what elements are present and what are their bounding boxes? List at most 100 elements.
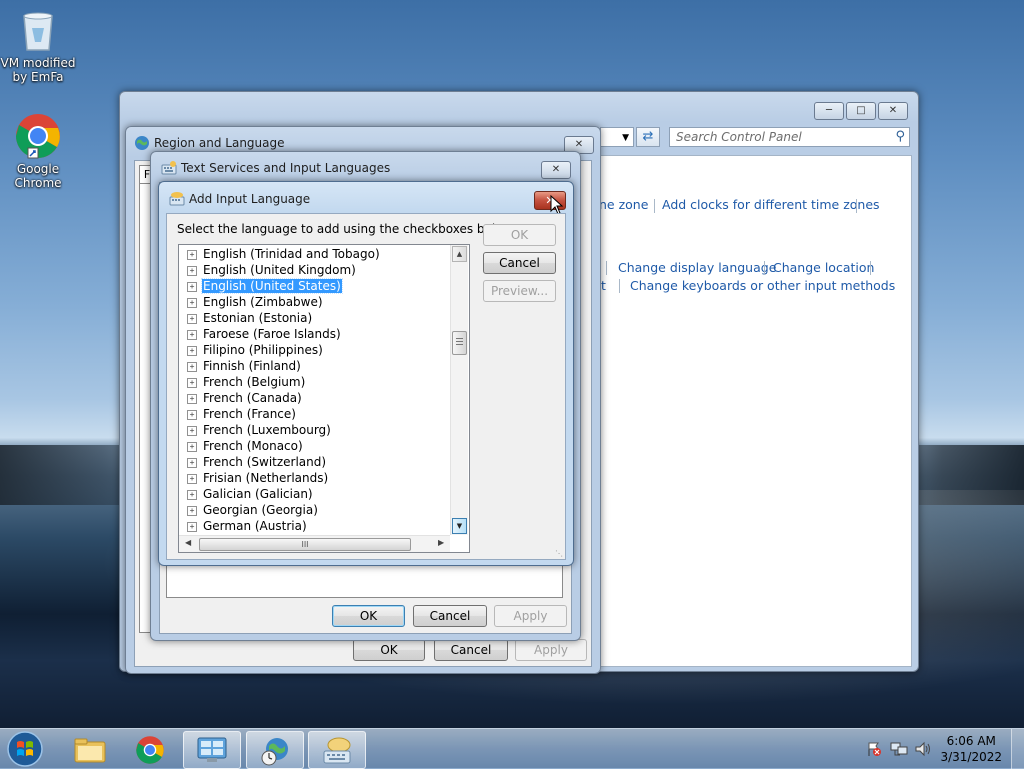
link-change-time-zone[interactable]: ne zone — [599, 197, 648, 212]
language-label: Filipino (Philippines) — [203, 343, 323, 357]
refresh-icon[interactable]: ⇄ — [636, 127, 660, 147]
network-icon[interactable] — [890, 741, 908, 757]
cancel-button[interactable]: Cancel — [434, 639, 508, 661]
language-label: Galician (Galician) — [203, 487, 313, 501]
scroll-down-arrow-icon[interactable]: ▼ — [452, 518, 467, 534]
address-dropdown[interactable]: ▼ — [600, 127, 634, 147]
expand-plus-icon[interactable]: + — [187, 249, 197, 260]
language-label: English (Trinidad and Tobago) — [203, 247, 380, 261]
hscroll-thumb[interactable]: III — [199, 538, 411, 551]
ok-button[interactable]: OK — [353, 639, 425, 661]
link-change-keyboards[interactable]: Change keyboards or other input methods — [630, 278, 895, 293]
language-tree-item[interactable]: + Faroese (Faroe Islands) — [187, 326, 342, 342]
expand-plus-icon[interactable]: + — [187, 297, 197, 308]
link-separator — [619, 279, 620, 293]
expand-plus-icon[interactable]: + — [187, 489, 197, 500]
language-label: English (Zimbabwe) — [203, 295, 323, 309]
expand-plus-icon[interactable]: + — [187, 425, 197, 436]
expand-plus-icon[interactable]: + — [187, 457, 197, 468]
cancel-button[interactable]: Cancel — [483, 252, 556, 274]
language-tree-item[interactable]: + Georgian (Georgia) — [187, 502, 319, 518]
expand-plus-icon[interactable]: + — [187, 473, 197, 484]
desktop-icon-recycle-bin[interactable]: VM modified by EmFa — [0, 6, 76, 84]
link-separator — [856, 199, 857, 213]
expand-plus-icon[interactable]: + — [187, 521, 197, 532]
globe-clock-icon — [261, 738, 288, 766]
taskbar-google-chrome[interactable] — [122, 731, 178, 767]
scroll-right-arrow-icon[interactable]: ▶ — [438, 538, 444, 547]
language-tree-item[interactable]: + English (Zimbabwe) — [187, 294, 324, 310]
link-separator — [606, 261, 607, 275]
link-fragment[interactable]: t — [601, 278, 606, 293]
expand-plus-icon[interactable]: + — [187, 313, 197, 324]
link-add-clocks[interactable]: Add clocks for different time zones — [662, 197, 880, 212]
desktop-icon-google-chrome[interactable]: Google Chrome — [0, 112, 76, 190]
taskbar-windows-explorer[interactable] — [62, 731, 118, 767]
expand-plus-icon[interactable]: + — [187, 345, 197, 356]
keyboard-icon — [161, 160, 177, 176]
preview-button[interactable]: Preview... — [483, 280, 556, 302]
close-button[interactable]: ✕ — [878, 102, 908, 120]
language-tree-item[interactable]: + English (United Kingdom) — [187, 262, 357, 278]
language-tree-item[interactable]: + French (Canada) — [187, 390, 303, 406]
expand-plus-icon[interactable]: + — [187, 281, 197, 292]
desktop-icon-label: VM modified — [0, 56, 76, 70]
link-change-location[interactable]: Change location — [773, 260, 874, 275]
close-button[interactable]: ✕ — [541, 161, 571, 179]
minimize-button[interactable]: ─ — [814, 102, 844, 120]
expand-plus-icon[interactable]: + — [187, 265, 197, 276]
link-change-display-language[interactable]: Change display language — [618, 260, 776, 275]
apply-button[interactable]: Apply — [515, 639, 587, 661]
language-tree-item[interactable]: + Galician (Galician) — [187, 486, 314, 502]
language-tree-item[interactable]: + English (United States) — [187, 278, 343, 294]
language-tree-item[interactable]: + Filipino (Philippines) — [187, 342, 324, 358]
search-box[interactable]: Search Control Panel ⚲ — [669, 127, 910, 147]
language-tree-item[interactable]: + Frisian (Netherlands) — [187, 470, 329, 486]
chrome-icon — [136, 736, 164, 764]
language-tree-item[interactable]: + Estonian (Estonia) — [187, 310, 313, 326]
expand-plus-icon[interactable]: + — [187, 329, 197, 340]
cancel-button[interactable]: Cancel — [413, 605, 487, 627]
scroll-left-arrow-icon[interactable]: ◀ — [185, 538, 191, 547]
show-desktop-button[interactable] — [1011, 729, 1024, 769]
expand-plus-icon[interactable]: + — [187, 409, 197, 420]
search-placeholder: Search Control Panel — [676, 130, 802, 144]
add-input-language-dialog: Add Input Language ✕ Select the language… — [158, 181, 574, 566]
system-clock[interactable]: 6:06 AM 3/31/2022 — [940, 733, 1002, 765]
expand-plus-icon[interactable]: + — [187, 377, 197, 388]
volume-icon[interactable] — [914, 741, 932, 757]
language-tree-item[interactable]: + French (Monaco) — [187, 438, 304, 454]
action-center-flag-icon[interactable] — [866, 741, 882, 757]
ok-button[interactable]: OK — [332, 605, 405, 627]
maximize-button[interactable]: □ — [846, 102, 876, 120]
keyboard-icon — [169, 191, 185, 207]
language-tree-item[interactable]: + French (France) — [187, 406, 297, 422]
language-tree[interactable]: + English (Trinidad and Tobago) + English (… — [178, 244, 470, 553]
taskbar: 6:06 AM 3/31/2022 — [0, 728, 1024, 769]
desktop-icon-label: by EmFa — [12, 70, 64, 84]
language-tree-item[interactable]: + German (Austria) — [187, 518, 308, 534]
start-button[interactable] — [6, 730, 44, 768]
taskbar-text-services[interactable] — [308, 731, 366, 769]
taskbar-control-panel[interactable] — [183, 731, 241, 769]
language-tree-item[interactable]: + English (Trinidad and Tobago) — [187, 246, 381, 262]
desktop-icon-label: Google — [16, 162, 60, 176]
language-tree-item[interactable]: + French (Belgium) — [187, 374, 306, 390]
scroll-thumb[interactable] — [452, 331, 467, 355]
apply-button[interactable]: Apply — [494, 605, 567, 627]
link-separator — [870, 261, 871, 275]
desktop-icon-label: Chrome — [14, 176, 62, 190]
resize-grip-icon[interactable]: ⋱ — [555, 549, 563, 558]
vertical-scrollbar[interactable]: ▲ ▼ — [450, 245, 468, 535]
expand-plus-icon[interactable]: + — [187, 393, 197, 404]
expand-plus-icon[interactable]: + — [187, 361, 197, 372]
horizontal-scrollbar[interactable]: ◀ III ▶ — [179, 535, 450, 552]
scroll-up-arrow-icon[interactable]: ▲ — [452, 246, 467, 262]
taskbar-region-language[interactable] — [246, 731, 304, 769]
language-tree-item[interactable]: + French (Switzerland) — [187, 454, 327, 470]
language-tree-item[interactable]: + Finnish (Finland) — [187, 358, 302, 374]
ok-button[interactable]: OK — [483, 224, 556, 246]
expand-plus-icon[interactable]: + — [187, 505, 197, 516]
expand-plus-icon[interactable]: + — [187, 441, 197, 452]
language-tree-item[interactable]: + French (Luxembourg) — [187, 422, 332, 438]
